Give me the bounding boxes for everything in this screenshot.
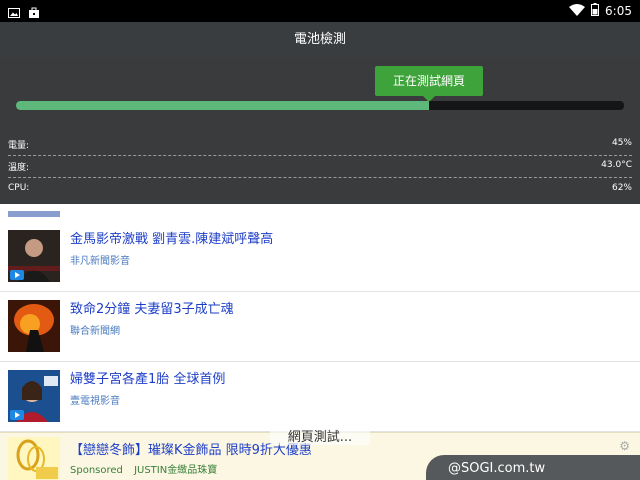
battery-level-row: 電量: 45%	[8, 134, 632, 156]
battery-level-value: 45%	[611, 138, 632, 148]
temperature-label: 溫度:	[8, 163, 30, 173]
list-item[interactable]: 婦雙子宮各產1胎 全球首例 壹電視影音	[0, 362, 640, 432]
temperature-value: 43.0°C	[601, 160, 632, 170]
wifi-icon	[569, 3, 586, 19]
ad-meta: Sponsored JUSTIN金緻品珠寶	[70, 461, 217, 476]
ad-settings-icon[interactable]: ⚙	[619, 439, 630, 453]
ghost-news-row	[8, 206, 60, 221]
image-icon	[8, 4, 20, 23]
news-title[interactable]: 金馬影帝激戰 劉青雲.陳建斌呼聲高	[70, 228, 273, 247]
screen: 6:05 電池檢測 金馬影帝激戰 劉青雲.陳建斌呼聲高 非凡新聞影音 致命2分鐘…	[0, 0, 640, 480]
toast-message: 網頁測試...	[270, 426, 370, 445]
news-title[interactable]: 婦雙子宮各產1胎 全球首例	[70, 368, 225, 387]
news-source: 壹電視影音	[70, 396, 120, 407]
clock: 6:05	[605, 4, 632, 18]
play-icon	[10, 270, 24, 280]
advertiser-name: JUSTIN金緻品珠寶	[134, 465, 218, 476]
status-bar: 6:05	[0, 0, 640, 22]
news-source: 聯合新聞網	[70, 326, 120, 337]
battery-test-panel: 正在測試網頁 電量: 45% 溫度: 43.0°C CPU: 62%	[0, 58, 640, 204]
bag-icon	[28, 4, 40, 23]
battery-level-label: 電量:	[8, 141, 30, 151]
news-thumbnail	[8, 230, 60, 282]
divider	[8, 177, 632, 178]
news-thumbnail	[8, 370, 60, 422]
list-item[interactable]: 金馬影帝激戰 劉青雲.陳建斌呼聲高 非凡新聞影音	[0, 222, 640, 292]
watermark: @SOGI.com.tw	[426, 455, 640, 480]
list-item[interactable]: 致命2分鐘 夫妻留3子成亡魂 聯合新聞網	[0, 292, 640, 362]
cpu-label: CPU:	[8, 183, 30, 193]
sponsored-label: Sponsored	[70, 465, 123, 476]
cpu-row: CPU: 62%	[8, 179, 632, 201]
ad-thumbnail	[8, 437, 60, 480]
test-progress-bar	[16, 101, 624, 110]
cpu-value: 62%	[611, 183, 632, 193]
news-source: 非凡新聞影音	[70, 256, 130, 267]
battery-icon	[591, 3, 600, 19]
app-header: 電池檢測	[0, 22, 640, 58]
news-title[interactable]: 致命2分鐘 夫妻留3子成亡魂	[70, 298, 234, 317]
test-progress-fill	[16, 101, 430, 110]
test-stage-badge: 正在測試網頁	[375, 66, 483, 102]
temperature-row: 溫度: 43.0°C	[8, 156, 632, 178]
news-thumbnail	[8, 300, 60, 352]
play-icon	[10, 410, 24, 420]
page-title: 電池檢測	[293, 32, 346, 47]
